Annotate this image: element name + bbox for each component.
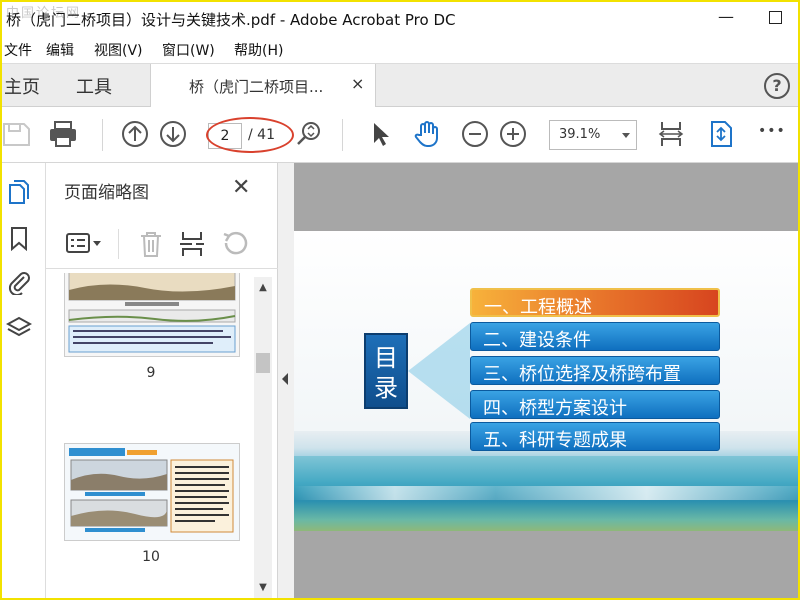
toc-item-label: 五、科研专题成果 bbox=[483, 430, 627, 451]
toolbar-divider bbox=[342, 119, 343, 151]
page-down-icon[interactable] bbox=[158, 119, 188, 149]
menu-view[interactable]: 视图(V) bbox=[94, 40, 143, 60]
zoom-level-value: 39.1% bbox=[559, 127, 601, 142]
window-title: 桥（虎门二桥项目）设计与关键技术.pdf - Adobe Acrobat Pro… bbox=[6, 11, 456, 29]
tab-tools[interactable]: 工具 bbox=[76, 73, 112, 99]
more-options-icon[interactable]: ••• bbox=[758, 123, 786, 139]
toc-item-label: 二、建设条件 bbox=[483, 330, 591, 351]
thumbnail-page-9[interactable] bbox=[64, 273, 240, 357]
navigation-rail bbox=[2, 163, 46, 598]
delete-icon[interactable] bbox=[138, 230, 164, 258]
toc-item-label: 四、桥型方案设计 bbox=[483, 398, 627, 419]
heading-highlight bbox=[408, 323, 470, 419]
toolbar-divider bbox=[102, 119, 103, 151]
toc-item-4: 四、桥型方案设计 bbox=[470, 390, 720, 419]
tab-home[interactable]: 主页 bbox=[4, 73, 40, 99]
menu-bar: 文件 编辑 视图(V) 窗口(W) 帮助(H) bbox=[2, 36, 798, 63]
close-icon[interactable]: ✕ bbox=[232, 175, 250, 200]
minimize-button[interactable]: — bbox=[714, 6, 738, 30]
thumbnail-label-9: 9 bbox=[146, 365, 156, 381]
slide-heading: 目录 bbox=[374, 344, 398, 402]
bookmark-icon[interactable] bbox=[6, 225, 32, 251]
title-bar: 中国论坛网 桥（虎门二桥项目）设计与关键技术.pdf - Adobe Acrob… bbox=[2, 2, 798, 36]
toolbar: 2 / 41 39.1% ••• bbox=[2, 107, 798, 163]
page-up-icon[interactable] bbox=[120, 119, 150, 149]
scrollbar-thumb[interactable] bbox=[256, 353, 270, 373]
zoom-in-icon[interactable] bbox=[498, 119, 528, 149]
tab-document[interactable]: 桥（虎门二桥项目... × bbox=[150, 64, 376, 108]
zoom-level-select[interactable]: 39.1% bbox=[549, 120, 637, 150]
print-icon[interactable] bbox=[48, 119, 78, 149]
chevron-left-icon bbox=[282, 373, 288, 385]
slide-waves bbox=[294, 486, 798, 500]
thumbnail-image bbox=[65, 444, 239, 540]
thumbnail-page-10[interactable] bbox=[64, 443, 240, 541]
rotate-icon[interactable] bbox=[220, 230, 248, 258]
menu-edit[interactable]: 编辑 bbox=[46, 40, 74, 60]
panel-toolbar bbox=[46, 221, 278, 269]
zoom-out-icon[interactable] bbox=[460, 119, 490, 149]
toc-item-2: 二、建设条件 bbox=[470, 322, 720, 351]
fit-page-icon[interactable] bbox=[656, 119, 686, 149]
hand-tool-icon[interactable] bbox=[412, 119, 442, 149]
zoom-marquee-icon[interactable] bbox=[294, 119, 324, 149]
insert-page-icon[interactable] bbox=[178, 230, 206, 258]
chevron-down-icon bbox=[622, 133, 630, 138]
layers-icon[interactable] bbox=[6, 315, 32, 341]
panel-title: 页面缩略图 bbox=[64, 183, 149, 203]
panel-divider bbox=[118, 229, 119, 259]
save-icon[interactable] bbox=[2, 119, 32, 149]
scroll-down-icon[interactable]: ▼ bbox=[254, 579, 272, 597]
document-view[interactable]: 目录 一、工程概述 二、建设条件 三、桥位选择及桥跨布置 四、桥型方案设计 五、… bbox=[294, 163, 798, 598]
scroll-up-icon[interactable]: ▲ bbox=[254, 279, 272, 297]
toc-item-1: 一、工程概述 bbox=[470, 288, 720, 318]
annotation-ellipse bbox=[206, 117, 294, 153]
thumbnail-image bbox=[65, 273, 239, 356]
panel-collapse-handle[interactable] bbox=[278, 163, 294, 598]
help-icon[interactable]: ? bbox=[764, 73, 790, 99]
menu-help[interactable]: 帮助(H) bbox=[234, 40, 283, 60]
scroll-mode-icon[interactable] bbox=[706, 119, 736, 149]
toc-item-3: 三、桥位选择及桥跨布置 bbox=[470, 356, 720, 385]
toc-item-5: 五、科研专题成果 bbox=[470, 422, 720, 451]
tab-bar: 主页 工具 桥（虎门二桥项目... × ? bbox=[2, 63, 798, 108]
acrobat-window: 中国论坛网 桥（虎门二桥项目）设计与关键技术.pdf - Adobe Acrob… bbox=[0, 0, 800, 600]
thumbnail-label-10: 10 bbox=[142, 549, 160, 565]
thumbnail-scrollbar[interactable]: ▲ ▼ bbox=[254, 277, 272, 598]
thumbnail-options-icon[interactable] bbox=[66, 231, 102, 257]
menu-window[interactable]: 窗口(W) bbox=[162, 40, 215, 60]
maximize-button[interactable] bbox=[769, 11, 782, 24]
thumbnail-panel: 页面缩略图 ✕ 9 10 ▲ ▼ bbox=[46, 163, 278, 598]
page-thumbnails-icon[interactable] bbox=[6, 179, 32, 205]
pdf-page: 目录 一、工程概述 二、建设条件 三、桥位选择及桥跨布置 四、桥型方案设计 五、… bbox=[294, 231, 798, 531]
thumbnail-list: 9 10 bbox=[46, 273, 256, 598]
toc-item-label: 一、工程概述 bbox=[484, 297, 592, 318]
slide-heading-box: 目录 bbox=[364, 333, 408, 409]
tab-document-label: 桥（虎门二桥项目... bbox=[189, 78, 324, 96]
attachment-icon[interactable] bbox=[6, 269, 32, 295]
toc-item-label: 三、桥位选择及桥跨布置 bbox=[483, 364, 681, 385]
select-cursor-icon[interactable] bbox=[366, 119, 396, 149]
close-icon[interactable]: × bbox=[351, 74, 364, 93]
menu-file[interactable]: 文件 bbox=[4, 40, 32, 60]
